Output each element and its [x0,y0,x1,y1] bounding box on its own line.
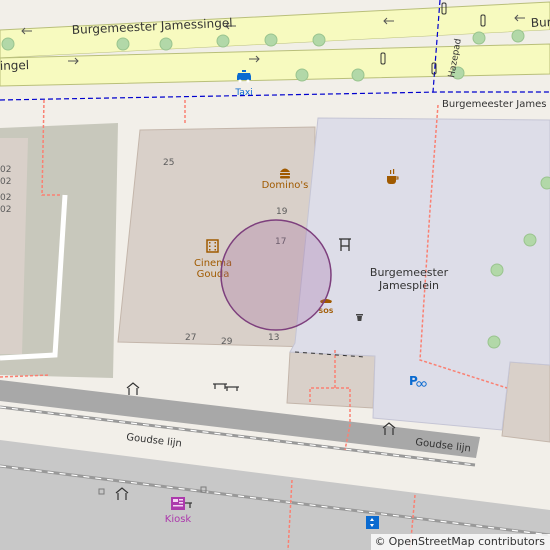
restaurant-label[interactable]: Domino's [262,180,309,191]
map-view[interactable]: Burgemeester Jamessingel Bur ingel Burge… [0,0,550,550]
house-number: 27 [185,333,196,343]
attribution-link[interactable]: OpenStreetMap contributors [389,535,545,548]
house-number: 02 [0,165,11,175]
house-number: 02 [0,177,11,187]
svg-text:SOS: SOS [319,307,334,315]
house-number: 02 [0,193,11,203]
kiosk-icon[interactable] [171,497,185,510]
elevator-icon[interactable] [366,516,379,529]
house-number: 02 [0,205,11,215]
right-building [501,361,550,443]
road-label-left: ingel [0,58,29,73]
house-number: 25 [163,158,174,168]
taxi-label[interactable]: Taxi [234,88,252,98]
svg-text:P: P [409,374,418,388]
kiosk-label[interactable]: Kiosk [165,514,192,525]
square-label-line1[interactable]: Burgemeester [370,266,449,279]
road-label-right: Bur [531,15,550,30]
house-number: 19 [276,207,288,217]
location-highlight-circle[interactable] [220,219,332,331]
house-number: 29 [221,337,233,347]
map-attribution[interactable]: © OpenStreetMap contributors [370,534,550,550]
house-number: 13 [268,333,279,343]
boundary-label: Burgemeester James [442,99,546,110]
copyright-symbol: © [374,535,386,548]
small-building [286,351,376,409]
map-canvas[interactable]: Burgemeester Jamessingel Bur ingel Burge… [0,0,550,550]
square-label-line2[interactable]: Jamesplein [378,279,439,292]
